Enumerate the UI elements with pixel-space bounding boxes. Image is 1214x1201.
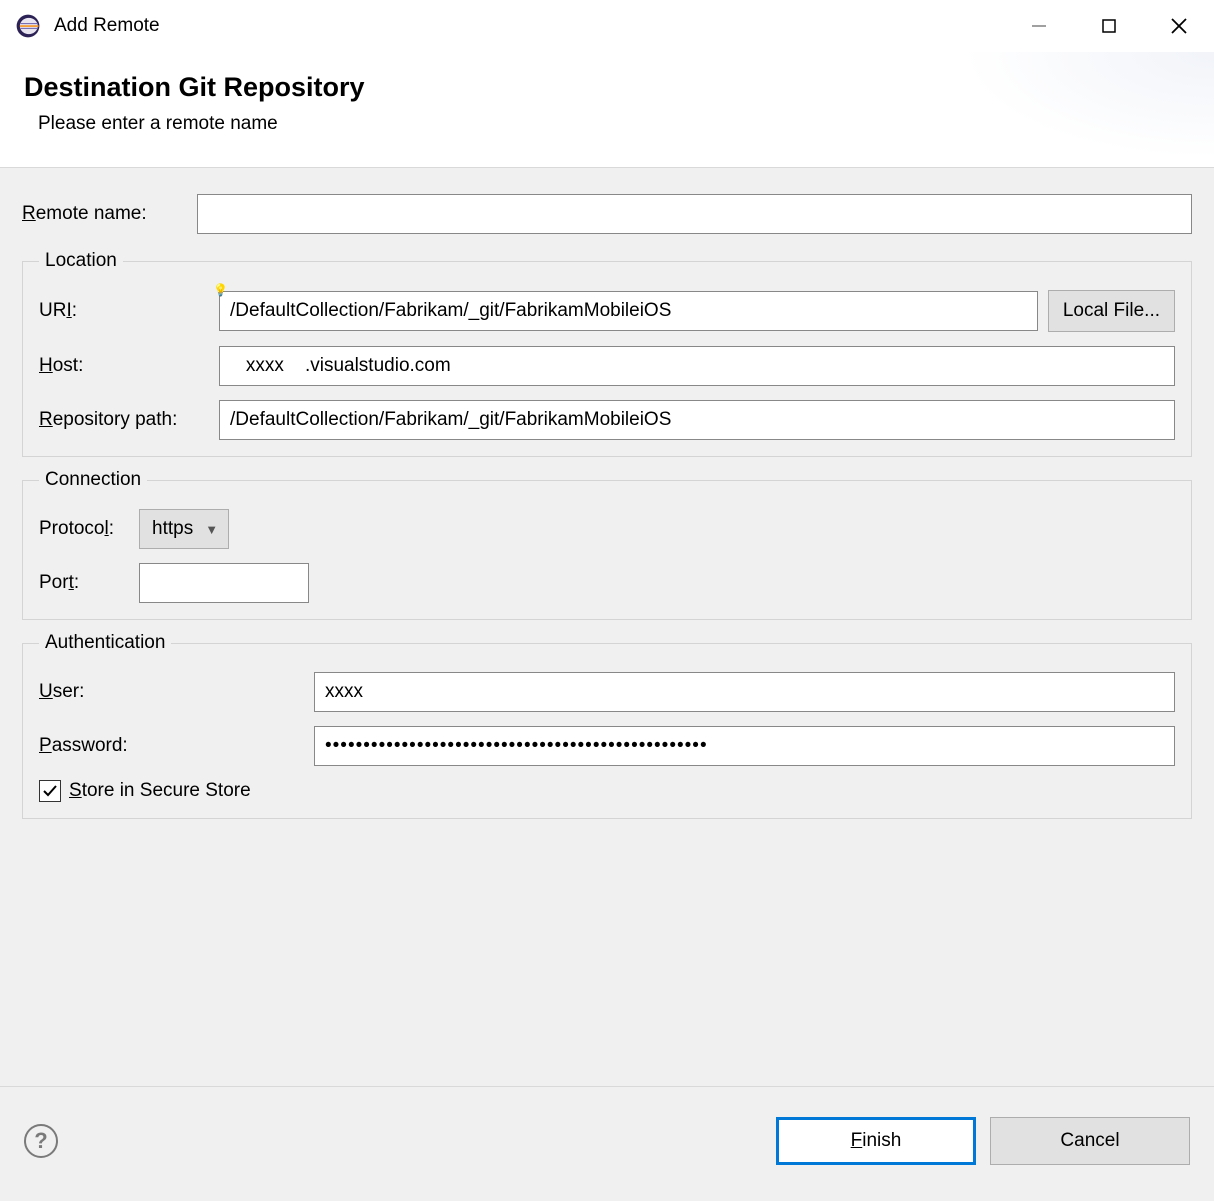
chevron-down-icon: ▼ — [205, 522, 218, 537]
repo-path-label: Repository path: — [39, 409, 219, 431]
dialog-header: Destination Git Repository Please enter … — [0, 52, 1214, 167]
location-group: Location URI: 💡 Local File... Host: Repo… — [22, 250, 1192, 457]
uri-label: URI: — [39, 300, 219, 322]
window-title: Add Remote — [54, 15, 160, 37]
lightbulb-icon: 💡 — [213, 283, 228, 297]
user-row: User: — [39, 672, 1175, 712]
port-label: Port: — [39, 572, 139, 594]
maximize-button[interactable] — [1074, 0, 1144, 52]
port-input[interactable] — [139, 563, 309, 603]
protocol-select[interactable]: https ▼ — [139, 509, 229, 549]
user-label: User: — [39, 681, 314, 703]
protocol-value: https — [152, 518, 193, 540]
dialog-footer: ? Finish Cancel — [0, 1086, 1214, 1201]
password-label: Password: — [39, 735, 314, 757]
authentication-legend: Authentication — [39, 632, 171, 654]
page-title: Destination Git Repository — [24, 72, 1190, 103]
minimize-button[interactable] — [1004, 0, 1074, 52]
repo-path-row: Repository path: — [39, 400, 1175, 440]
uri-input[interactable] — [219, 291, 1038, 331]
protocol-label: Protocol: — [39, 518, 139, 540]
host-label: Host: — [39, 355, 219, 377]
store-secure-checkbox[interactable] — [39, 780, 61, 802]
password-row: Password: — [39, 726, 1175, 766]
location-legend: Location — [39, 250, 123, 272]
repo-path-input[interactable] — [219, 400, 1175, 440]
uri-row: URI: 💡 Local File... — [39, 290, 1175, 332]
password-input[interactable] — [314, 726, 1175, 766]
port-row: Port: — [39, 563, 1175, 603]
host-input[interactable] — [219, 346, 1175, 386]
remote-name-label: Remote name: — [22, 203, 197, 225]
store-secure-label: Store in Secure Store — [69, 780, 251, 802]
page-subtitle: Please enter a remote name — [24, 113, 1190, 135]
eclipse-icon — [14, 12, 42, 40]
protocol-row: Protocol: https ▼ — [39, 509, 1175, 549]
user-input[interactable] — [314, 672, 1175, 712]
window-controls — [1004, 0, 1214, 52]
authentication-group: Authentication User: Password: Store in … — [22, 632, 1192, 819]
connection-legend: Connection — [39, 469, 147, 491]
finish-button[interactable]: Finish — [776, 1117, 976, 1165]
connection-group: Connection Protocol: https ▼ Port: — [22, 469, 1192, 620]
remote-name-input[interactable] — [197, 194, 1192, 234]
remote-name-row: Remote name: — [22, 194, 1192, 234]
close-button[interactable] — [1144, 0, 1214, 52]
store-secure-row: Store in Secure Store — [39, 780, 1175, 802]
dialog-content: Remote name: Location URI: 💡 Local File.… — [0, 167, 1214, 1086]
titlebar: Add Remote — [0, 0, 1214, 52]
cancel-button[interactable]: Cancel — [990, 1117, 1190, 1165]
local-file-button[interactable]: Local File... — [1048, 290, 1175, 332]
host-row: Host: — [39, 346, 1175, 386]
help-icon[interactable]: ? — [24, 1124, 58, 1158]
